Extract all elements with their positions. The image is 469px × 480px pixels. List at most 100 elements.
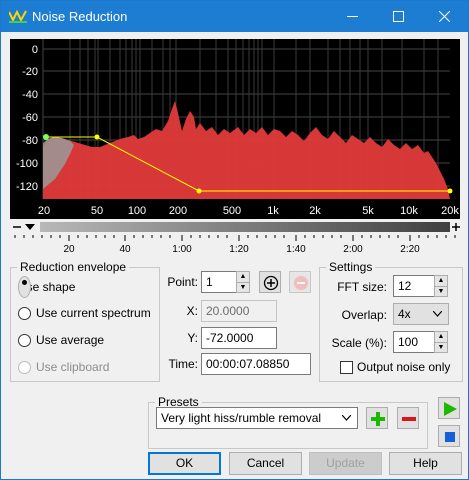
spin-down-icon[interactable]: ▼ — [237, 283, 249, 293]
stop-icon — [445, 432, 455, 442]
radio-use-average[interactable]: Use average — [18, 332, 104, 348]
radio-label: Use average — [36, 333, 105, 347]
spin-up-icon[interactable]: ▲ — [237, 272, 249, 283]
radio-use-shape[interactable]: Use shape — [18, 276, 75, 298]
help-button[interactable]: Help — [389, 452, 462, 475]
ok-button[interactable]: OK — [148, 452, 221, 475]
scale-spinner[interactable]: ▲ ▼ — [434, 331, 448, 353]
time-tick: 20 — [63, 244, 75, 255]
radio-use-current-spectrum[interactable]: Use current spectrum — [18, 305, 151, 321]
spin-down-icon[interactable]: ▼ — [435, 343, 447, 353]
time-label: Time: — [168, 357, 198, 371]
time-tick: 2:00 — [343, 244, 363, 255]
close-icon — [439, 11, 450, 22]
x-tick: 200 — [169, 205, 187, 217]
x-tick: 2k — [309, 205, 321, 217]
spin-up-icon[interactable]: ▲ — [435, 276, 447, 287]
time-tick: 1:20 — [229, 244, 249, 255]
radio-icon — [18, 333, 31, 347]
point-label: Point: — [167, 275, 198, 289]
output-noise-only-checkbox[interactable] — [340, 361, 353, 374]
noise-reduction-window: Noise Reduction 0 -20 -40 -60 -80 -100 -… — [0, 0, 469, 480]
radio-label: Use clipboard — [36, 360, 110, 374]
x-tick: 10k — [400, 205, 418, 217]
spin-up-icon[interactable]: ▲ — [435, 332, 447, 343]
y-tick: -80 — [22, 135, 38, 147]
time-tick: 40 — [119, 244, 131, 255]
reduction-envelope-legend: Reduction envelope — [20, 260, 127, 274]
play-icon — [444, 402, 457, 416]
spectrum-display[interactable]: 0 -20 -40 -60 -80 -100 -120 20 50 100 20… — [10, 39, 460, 219]
fft-size-field[interactable] — [393, 275, 435, 297]
add-point-icon — [263, 275, 279, 291]
chevron-down-icon — [433, 311, 442, 317]
x-tick: 20k — [441, 205, 459, 217]
radio-label: Use current spectrum — [36, 306, 151, 320]
timeline-scrollbar[interactable] — [40, 222, 450, 232]
envelope-point-4[interactable] — [447, 188, 453, 194]
y-label: Y: — [187, 331, 198, 345]
spectrum-graph[interactable]: 0 -20 -40 -60 -80 -100 -120 20 50 100 20… — [10, 39, 460, 219]
add-point-button[interactable] — [259, 271, 281, 293]
add-preset-button[interactable] — [366, 407, 388, 429]
settings-legend: Settings — [329, 260, 373, 274]
time-ruler[interactable]: 20 40 1:00 1:20 1:40 2:00 2:20 — [10, 235, 460, 257]
radio-icon — [18, 360, 31, 374]
minimize-icon — [347, 16, 358, 17]
y-tick: -120 — [16, 181, 38, 193]
window-title: Noise Reduction — [32, 9, 128, 24]
radio-selected-icon — [18, 276, 31, 298]
output-noise-only-label: Output noise only — [357, 360, 451, 374]
chevron-down-icon — [342, 415, 351, 421]
y-tick: -40 — [22, 89, 38, 101]
scale-label: Scale (%): — [331, 336, 387, 350]
x-tick: 100 — [128, 205, 146, 217]
delete-preset-button[interactable] — [397, 407, 419, 429]
waveform-app-icon — [9, 9, 27, 23]
envelope-point-1[interactable] — [43, 134, 49, 140]
y-tick: -60 — [22, 112, 38, 124]
y-tick: -100 — [16, 158, 38, 170]
update-button: Update — [309, 452, 382, 475]
remove-point-button — [289, 271, 311, 293]
time-field[interactable] — [201, 353, 311, 375]
y-field[interactable] — [201, 327, 277, 349]
preset-value: Very light hiss/rumble removal — [161, 411, 322, 425]
overlap-select[interactable]: 4x — [393, 303, 449, 325]
x-tick: 1k — [267, 205, 279, 217]
cancel-button[interactable]: Cancel — [229, 452, 302, 475]
point-spinner[interactable]: ▲ ▼ — [236, 271, 250, 293]
spin-down-icon[interactable]: ▼ — [435, 287, 447, 297]
x-label: X: — [186, 304, 198, 318]
close-button[interactable] — [422, 1, 468, 32]
minimize-button[interactable] — [330, 1, 376, 32]
maximize-button[interactable] — [376, 1, 422, 32]
x-tick: 5k — [362, 205, 374, 217]
radio-icon — [18, 306, 31, 320]
point-field[interactable] — [201, 271, 237, 293]
time-tick: 1:00 — [172, 244, 192, 255]
dropdown-arrow-icon[interactable] — [25, 224, 35, 230]
scale-field[interactable] — [393, 331, 435, 353]
x-tick: 20 — [38, 205, 50, 217]
x-field — [201, 300, 277, 322]
fft-size-label: FFT size: — [337, 280, 387, 294]
plus-icon — [371, 412, 385, 426]
envelope-point-3[interactable] — [196, 188, 202, 194]
time-tick: 1:40 — [286, 244, 306, 255]
radio-use-clipboard: Use clipboard — [18, 359, 109, 375]
envelope-point-2[interactable] — [94, 134, 100, 140]
time-tick: 2:20 — [400, 244, 420, 255]
remove-point-icon — [294, 276, 308, 290]
presets-select[interactable]: Very light hiss/rumble removal — [156, 407, 358, 429]
fft-size-spinner[interactable]: ▲ ▼ — [434, 275, 448, 297]
x-tick: 500 — [223, 205, 241, 217]
timeline-scroll-row — [10, 219, 460, 235]
overlap-value: 4x — [398, 307, 411, 321]
play-button[interactable] — [438, 397, 460, 419]
title-bar: Noise Reduction — [1, 1, 468, 32]
stop-button[interactable] — [438, 425, 460, 447]
zoom-in-icon[interactable] — [452, 223, 460, 231]
x-tick: 50 — [91, 205, 103, 217]
overlap-label: Overlap: — [341, 308, 387, 322]
